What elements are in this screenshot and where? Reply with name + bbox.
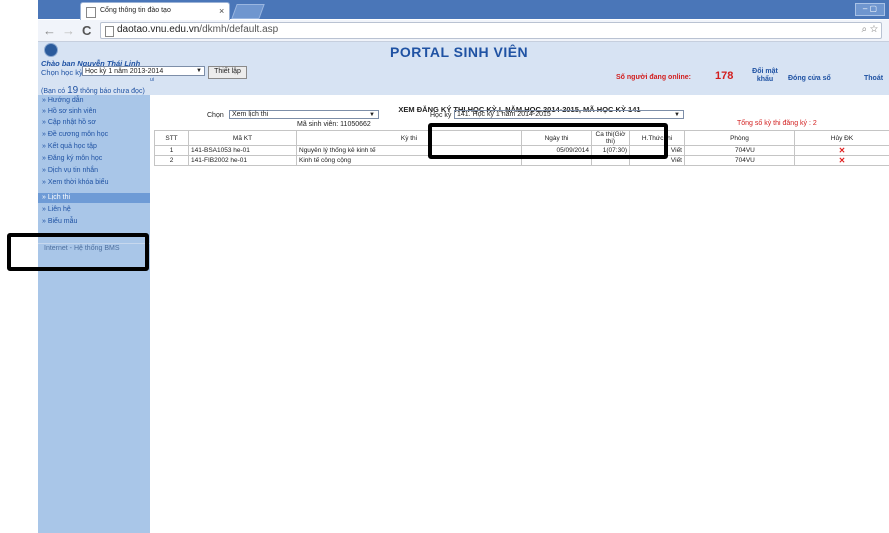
cell-room: 704VU xyxy=(684,145,795,156)
cell-room: 704VU xyxy=(684,155,795,166)
sidebar-item-sms[interactable]: » Dịch vụ tin nhắn xyxy=(38,166,150,176)
set-button[interactable]: Thiết lập xyxy=(208,66,247,79)
view-select[interactable]: Xem lịch thi ▼ xyxy=(229,110,379,119)
online-label: Số người đang online: xyxy=(616,74,691,81)
close-window-link[interactable]: Đóng cửa sổ xyxy=(788,75,831,82)
term-select-value: 141. Học kỳ 1 năm 2014-2015 xyxy=(457,111,551,118)
sidebar-item-contact[interactable]: » Liên hệ xyxy=(38,205,150,215)
window-controls[interactable]: – ▢ xyxy=(855,3,885,16)
url-text: daotao.vnu.edu.vn/dkmh/default.asp xyxy=(117,24,279,35)
address-bar: ← → C daotao.vnu.edu.vn/dkmh/default.asp… xyxy=(38,20,889,42)
reload-icon[interactable]: C xyxy=(82,23,91,38)
term-select[interactable]: Học kỳ 1 năm 2013-2014 ▼ xyxy=(82,66,205,76)
student-id: Mã sinh viên: 11050662 xyxy=(297,121,371,128)
total-registered: Tổng số kỳ thi đăng ký : 2 xyxy=(737,120,817,127)
new-tab-button[interactable] xyxy=(231,4,265,19)
sidebar-item-exam-schedule[interactable]: » Lịch thi xyxy=(38,193,150,203)
term-selector-row: Chọn học kỳ Học kỳ 1 năm 2013-2014 ▼ Thi… xyxy=(38,66,889,87)
online-count: 178 xyxy=(715,70,734,82)
term-label: Học kỳ xyxy=(430,112,452,119)
cell-stt: 2 xyxy=(154,155,189,166)
highlight-box xyxy=(7,233,149,271)
term-select[interactable]: 141. Học kỳ 1 năm 2014-2015 ▼ xyxy=(454,110,684,119)
small-link[interactable]: ui xyxy=(150,77,154,83)
sidebar-item-profile[interactable]: » Hồ sơ sinh viên xyxy=(38,107,150,117)
page-title: PORTAL SINH VIÊN xyxy=(390,44,529,60)
sidebar-item-course-registration[interactable]: » Đăng ký môn học xyxy=(38,154,150,164)
delete-icon[interactable]: ✕ xyxy=(794,145,889,156)
view-select-value: Xem lịch thi xyxy=(232,111,269,118)
chevron-down-icon: ▼ xyxy=(369,112,375,118)
cell-stt: 1 xyxy=(154,145,189,156)
sidebar-item-syllabus[interactable]: » Đề cương môn học xyxy=(38,130,150,140)
main-content: XEM ĐĂNG KÝ THI HỌC KỲ I, NĂM HỌC 2014-2… xyxy=(150,95,889,533)
portal-header: PORTAL SINH VIÊN xyxy=(38,42,889,62)
zoom-and-star-icons[interactable]: ⌕ ☆ xyxy=(861,24,878,35)
sidebar-item-timetable[interactable]: » Xem thời khóa biểu xyxy=(38,178,150,188)
col-header: STT xyxy=(154,130,189,146)
notice-row: (Bạn có 19 thông báo chưa đọc) xyxy=(38,85,889,96)
page-icon xyxy=(105,26,114,37)
chevron-down-icon: ▼ xyxy=(196,68,202,74)
sidebar: » Hướng dẫn » Hồ sơ sinh viên » Cập nhật… xyxy=(38,95,150,533)
back-arrow-icon[interactable]: ← xyxy=(43,23,56,38)
cell-code: 141-BSA1053 he-01 xyxy=(188,145,297,156)
browser-tab[interactable]: Cổng thông tin đào tạo × xyxy=(80,2,230,20)
tab-strip: Cổng thông tin đào tạo × – ▢ xyxy=(38,0,889,20)
choose-label: Chọn xyxy=(207,112,224,119)
cell-code: 141-FIB2002 he-01 xyxy=(188,155,297,166)
page-icon xyxy=(86,7,96,18)
sidebar-item-update-profile[interactable]: » Cập nhật hồ sơ xyxy=(38,118,150,128)
highlight-box xyxy=(428,123,668,159)
url-input[interactable]: daotao.vnu.edu.vn/dkmh/default.asp ⌕ ☆ xyxy=(100,22,882,39)
tab-close-icon[interactable]: × xyxy=(219,6,224,16)
logout-link[interactable]: Thoát xyxy=(864,75,883,82)
tab-title: Cổng thông tin đào tạo xyxy=(100,7,171,14)
col-header: Mã KT xyxy=(188,130,297,146)
term-select-value: Học kỳ 1 năm 2013-2014 xyxy=(85,68,164,75)
col-header: Hủy ĐK xyxy=(794,130,889,146)
delete-icon[interactable]: ✕ xyxy=(794,155,889,166)
sidebar-item-results[interactable]: » Kết quả học tập xyxy=(38,142,150,152)
forward-arrow-icon[interactable]: → xyxy=(62,23,75,38)
term-label: Chọn học kỳ xyxy=(41,68,83,77)
change-password-link[interactable]: Đổi mật khẩu xyxy=(752,68,778,84)
chevron-down-icon: ▼ xyxy=(674,112,680,118)
col-header: Phòng xyxy=(684,130,795,146)
sidebar-item-guide[interactable]: » Hướng dẫn xyxy=(38,96,150,106)
sidebar-item-forms[interactable]: » Biểu mẫu xyxy=(38,217,150,227)
logo-icon xyxy=(44,43,58,57)
